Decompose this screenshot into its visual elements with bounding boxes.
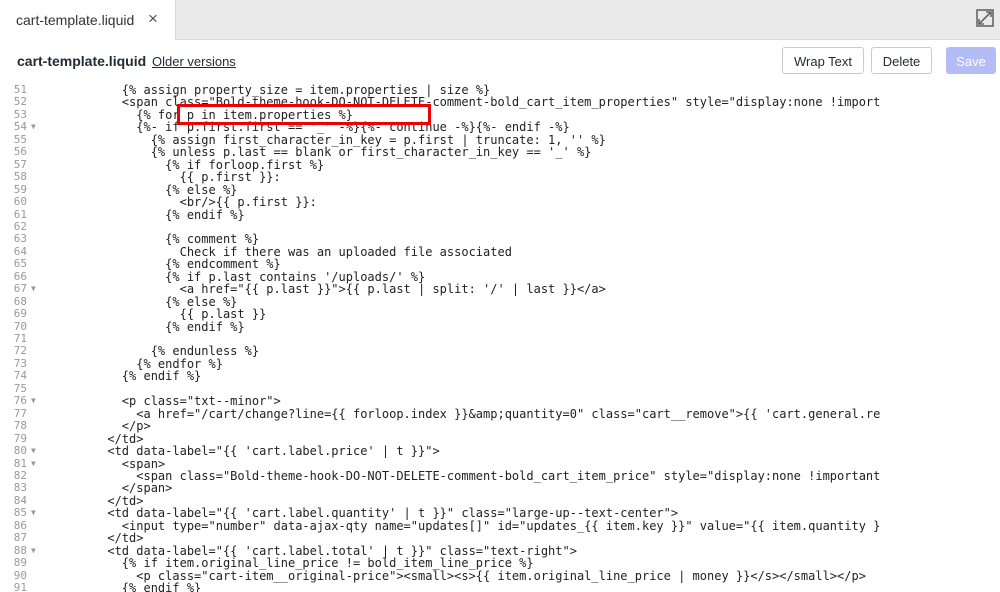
code-text: {% unless p.last == blank or first_chara… <box>64 145 592 160</box>
code-text: <a href="/cart/change?line={{ forloop.in… <box>64 406 881 421</box>
code-line[interactable]: 67 ▼ <a href="{{ p.last }}">{{ p.last | s… <box>0 283 1000 296</box>
line-number: 58 <box>13 170 27 184</box>
code-text: {% if item.original_line_price != bold_i… <box>64 556 534 571</box>
line-number: 54 <box>13 120 27 134</box>
line-number: 74 <box>13 369 27 383</box>
tab-cart-template[interactable]: cart-template.liquid × <box>0 0 176 41</box>
line-number: 65 <box>13 257 27 271</box>
fold-arrow-icon[interactable]: ▼ <box>31 545 36 558</box>
code-line[interactable]: 70 {% endif %} <box>0 319 1000 334</box>
delete-button[interactable]: Delete <box>871 47 932 74</box>
fold-arrow-icon[interactable]: ▼ <box>31 395 36 408</box>
tab-label: cart-template.liquid <box>16 12 135 28</box>
line-number: 56 <box>13 145 27 159</box>
code-line[interactable]: 74 {% endif %} <box>0 370 1000 383</box>
file-name: cart-template.liquid <box>17 53 147 69</box>
code-text: </p> <box>64 419 151 434</box>
code-text: {{ p.last }} <box>64 307 267 322</box>
line-number: 80 <box>13 444 27 458</box>
code-line[interactable]: 58 {{ p.first }}: <box>0 171 1000 184</box>
code-text: <br/>{{ p.first }}: <box>64 195 317 210</box>
code-text: <input type="number" data-ajax-qty name=… <box>64 518 881 533</box>
code-text: {% endif %} <box>64 319 245 334</box>
code-line[interactable]: 91 {% endif %} <box>0 581 1000 592</box>
code-line[interactable]: 80 ▼ <td data-label="{{ 'cart.label.price… <box>0 445 1000 458</box>
code-line[interactable]: 86 <input type="number" data-ajax-qty na… <box>0 518 1000 533</box>
wrap-text-button[interactable]: Wrap Text <box>782 47 864 74</box>
fold-arrow-icon[interactable]: ▼ <box>31 283 36 296</box>
code-line[interactable]: 78 </p> <box>0 420 1000 433</box>
expand-icon[interactable] <box>976 9 994 27</box>
tab-bar: cart-template.liquid × <box>0 0 1000 41</box>
code-text: <td data-label="{{ 'cart.label.price' | … <box>64 444 440 459</box>
code-text: <td data-label="{{ 'cart.label.quantity'… <box>64 506 679 521</box>
code-line[interactable]: 56 {% unless p.last == blank or first_ch… <box>0 146 1000 159</box>
line-number: 89 <box>13 556 27 570</box>
code-text: {% endif %} <box>64 207 245 222</box>
line-number: 85 <box>13 506 27 520</box>
code-line[interactable]: 76 ▼ <p class="txt--minor"> <box>0 395 1000 408</box>
file-toolbar: cart-template.liquid Older versions Wrap… <box>0 40 1000 81</box>
code-text: {% endif %} <box>64 369 202 384</box>
code-text: <span class="Bold-theme-hook-DO-NOT-DELE… <box>64 468 881 483</box>
code-line[interactable]: 65 {% endcomment %} <box>0 258 1000 271</box>
line-number: 76 <box>13 394 27 408</box>
line-number: 67 <box>13 282 27 296</box>
code-line[interactable]: 89 {% if item.original_line_price != bol… <box>0 557 1000 570</box>
fold-arrow-icon[interactable]: ▼ <box>31 507 36 520</box>
code-text: {{ p.first }}: <box>64 170 281 185</box>
line-number: 69 <box>13 307 27 321</box>
save-button[interactable]: Save <box>946 47 996 74</box>
code-line[interactable]: 85 ▼ <td data-label="{{ 'cart.label.quant… <box>0 507 1000 520</box>
older-versions-link[interactable]: Older versions <box>152 54 236 69</box>
code-text: </td> <box>64 531 144 546</box>
fold-arrow-icon[interactable]: ▼ <box>31 121 36 134</box>
line-number: 91 <box>13 581 27 592</box>
code-line[interactable]: 69 {{ p.last }} <box>0 308 1000 321</box>
line-number: 87 <box>13 531 27 545</box>
line-number: 60 <box>13 195 27 209</box>
code-text: {% endif %} <box>64 581 202 592</box>
fold-arrow-icon[interactable]: ▼ <box>31 445 36 458</box>
code-text: <p class="txt--minor"> <box>64 394 281 409</box>
code-line[interactable]: 83 </span> <box>0 482 1000 495</box>
code-text: <a href="{{ p.last }}">{{ p.last | split… <box>64 282 606 297</box>
code-line[interactable]: 87 </td> <box>0 532 1000 545</box>
line-number: 78 <box>13 419 27 433</box>
highlight-box <box>177 104 431 125</box>
code-line[interactable]: 61 {% endif %} <box>0 207 1000 222</box>
fold-arrow-icon[interactable]: ▼ <box>31 458 36 471</box>
code-text: {% endcomment %} <box>64 257 281 272</box>
code-line[interactable]: 54 ▼ {%- if p.first.first == '_' -%}{%- c… <box>0 121 1000 134</box>
close-icon[interactable]: × <box>148 10 158 28</box>
code-line[interactable]: 60 <br/>{{ p.first }}: <box>0 196 1000 209</box>
code-editor[interactable]: 51 {% assign property_size = item.proper… <box>0 81 1000 592</box>
